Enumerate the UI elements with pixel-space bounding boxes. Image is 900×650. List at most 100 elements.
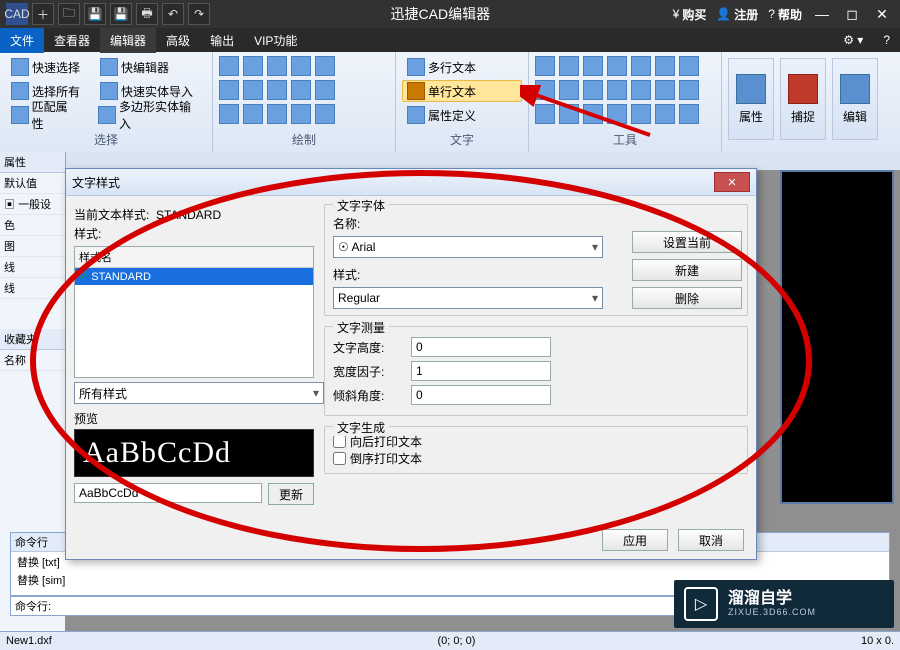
ltype-row[interactable]: 线 (0, 257, 65, 278)
drawing-view[interactable] (780, 170, 894, 504)
draw-tool-icon[interactable] (291, 80, 311, 100)
tool-icon[interactable] (535, 80, 555, 100)
draw-tool-icon[interactable] (243, 56, 263, 76)
width-input[interactable] (411, 361, 551, 381)
tool-icon[interactable] (559, 104, 579, 124)
tool-icon[interactable] (655, 80, 675, 100)
defaults-row[interactable]: 默认值 (0, 173, 65, 194)
tool-icon[interactable] (583, 56, 603, 76)
tool-icon[interactable] (607, 80, 627, 100)
tool-icon[interactable] (631, 104, 651, 124)
style-list[interactable]: 样式名 STANDARD (74, 246, 314, 378)
mtext-button[interactable]: 多行文本 (402, 56, 522, 78)
tool-icon[interactable] (679, 56, 699, 76)
tool-icon[interactable] (535, 56, 555, 76)
draw-tool-icon[interactable] (267, 104, 287, 124)
menu-advanced[interactable]: 高级 (156, 28, 200, 53)
buy-link[interactable]: ¥ 购买 (673, 6, 707, 23)
draw-tool-icon[interactable] (219, 56, 239, 76)
preview-input[interactable] (74, 483, 262, 503)
delete-button[interactable]: 删除 (632, 287, 742, 309)
tool-icon[interactable] (679, 80, 699, 100)
saveas-icon[interactable]: 💾 (110, 3, 132, 25)
tool-icon[interactable] (607, 104, 627, 124)
polygon-input-button[interactable]: 多边形实体输入 (93, 104, 206, 126)
height-input[interactable] (411, 337, 551, 357)
tool-icon[interactable] (655, 56, 675, 76)
tool-icon[interactable] (583, 80, 603, 100)
cancel-button[interactable]: 取消 (678, 529, 744, 551)
draw-tool-icon[interactable] (267, 80, 287, 100)
menu-settings-icon[interactable]: ⚙ ▾ (833, 29, 873, 51)
current-style-label: 当前文本样式: (74, 208, 149, 222)
draw-tool-icon[interactable] (267, 56, 287, 76)
draw-tool-icon[interactable] (291, 104, 311, 124)
draw-tool-icon[interactable] (315, 104, 335, 124)
lweight-row[interactable]: 线 (0, 278, 65, 299)
set-current-button[interactable]: 设置当前 (632, 231, 742, 253)
draw-tool-icon[interactable] (315, 80, 335, 100)
style-item-standard[interactable]: STANDARD (75, 268, 313, 285)
menu-editor[interactable]: 编辑器 (100, 28, 156, 53)
edit-button[interactable]: 编辑 (832, 58, 878, 140)
tool-icon[interactable] (559, 56, 579, 76)
update-button[interactable]: 更新 (268, 483, 314, 505)
tool-icon[interactable] (583, 104, 603, 124)
quick-select-button[interactable]: 快速选择 (6, 56, 85, 78)
draw-tool-icon[interactable] (243, 80, 263, 100)
snap-button[interactable]: 捕捉 (780, 58, 826, 140)
help-link[interactable]: ? 帮助 (768, 6, 802, 23)
menu-viewer[interactable]: 查看器 (44, 28, 100, 53)
general-row[interactable]: ▣ 一般设 (0, 194, 65, 215)
properties-button[interactable]: 属性 (728, 58, 774, 140)
single-text-button[interactable]: 单行文本 (402, 80, 522, 102)
width-label: 宽度因子: (333, 363, 403, 380)
tool-icon[interactable] (631, 56, 651, 76)
font-name-combo[interactable]: ☉ Arial (333, 236, 603, 258)
draw-tool-icon[interactable] (291, 56, 311, 76)
draw-tool-icon[interactable] (315, 56, 335, 76)
minimize-button[interactable]: — (812, 4, 832, 24)
color-row[interactable]: 色 (0, 215, 65, 236)
dialog-close-button[interactable]: ✕ (714, 172, 750, 192)
redo-icon[interactable]: ↷ (188, 3, 210, 25)
title-bar: CAD ＋ 🗀 💾 💾 🖶 ↶ ↷ 迅捷CAD编辑器 ¥ 购买 👤 注册 ? 帮… (0, 0, 900, 28)
draw-tool-icon[interactable] (243, 104, 263, 124)
print-icon[interactable]: 🖶 (136, 3, 158, 25)
attdef-button[interactable]: 属性定义 (402, 104, 522, 126)
backwards-checkbox[interactable] (333, 435, 346, 448)
undo-icon[interactable]: ↶ (162, 3, 184, 25)
upside-checkbox[interactable] (333, 452, 346, 465)
style-filter-combo[interactable]: 所有样式 (74, 382, 324, 404)
tool-icon[interactable] (631, 80, 651, 100)
apply-button[interactable]: 应用 (602, 529, 668, 551)
match-props-button[interactable]: 匹配属性 (6, 104, 83, 126)
oblique-label: 倾斜角度: (333, 387, 403, 404)
tool-icon[interactable] (679, 104, 699, 124)
maximize-button[interactable]: ◻ (842, 4, 862, 24)
save-icon[interactable]: 💾 (84, 3, 106, 25)
menu-help-icon[interactable]: ? (873, 29, 900, 51)
name-row[interactable]: 名称 (0, 350, 65, 371)
draw-tool-icon[interactable] (219, 104, 239, 124)
close-button[interactable]: ✕ (872, 4, 892, 24)
tool-icon[interactable] (559, 80, 579, 100)
register-link[interactable]: 👤 注册 (716, 6, 758, 23)
menu-file[interactable]: 文件 (0, 28, 44, 53)
open-icon[interactable]: 🗀 (58, 3, 80, 25)
upside-label: 倒序打印文本 (350, 450, 422, 467)
layer-row[interactable]: 图 (0, 236, 65, 257)
quick-editor-button[interactable]: 快编辑器 (95, 56, 174, 78)
measure-group-label: 文字测量 (333, 319, 389, 336)
new-button[interactable]: 新建 (632, 259, 742, 281)
oblique-input[interactable] (411, 385, 551, 405)
tool-icon[interactable] (655, 104, 675, 124)
ribbon: 快速选择 快编辑器 选择所有 快速实体导入 匹配属性 多边形实体输入 选择 (0, 52, 900, 153)
menu-vip[interactable]: VIP功能 (244, 28, 307, 53)
tool-icon[interactable] (607, 56, 627, 76)
tool-icon[interactable] (535, 104, 555, 124)
menu-output[interactable]: 输出 (200, 28, 244, 53)
draw-tool-icon[interactable] (219, 80, 239, 100)
font-style-combo[interactable]: Regular (333, 287, 603, 309)
new-icon[interactable]: ＋ (32, 3, 54, 25)
